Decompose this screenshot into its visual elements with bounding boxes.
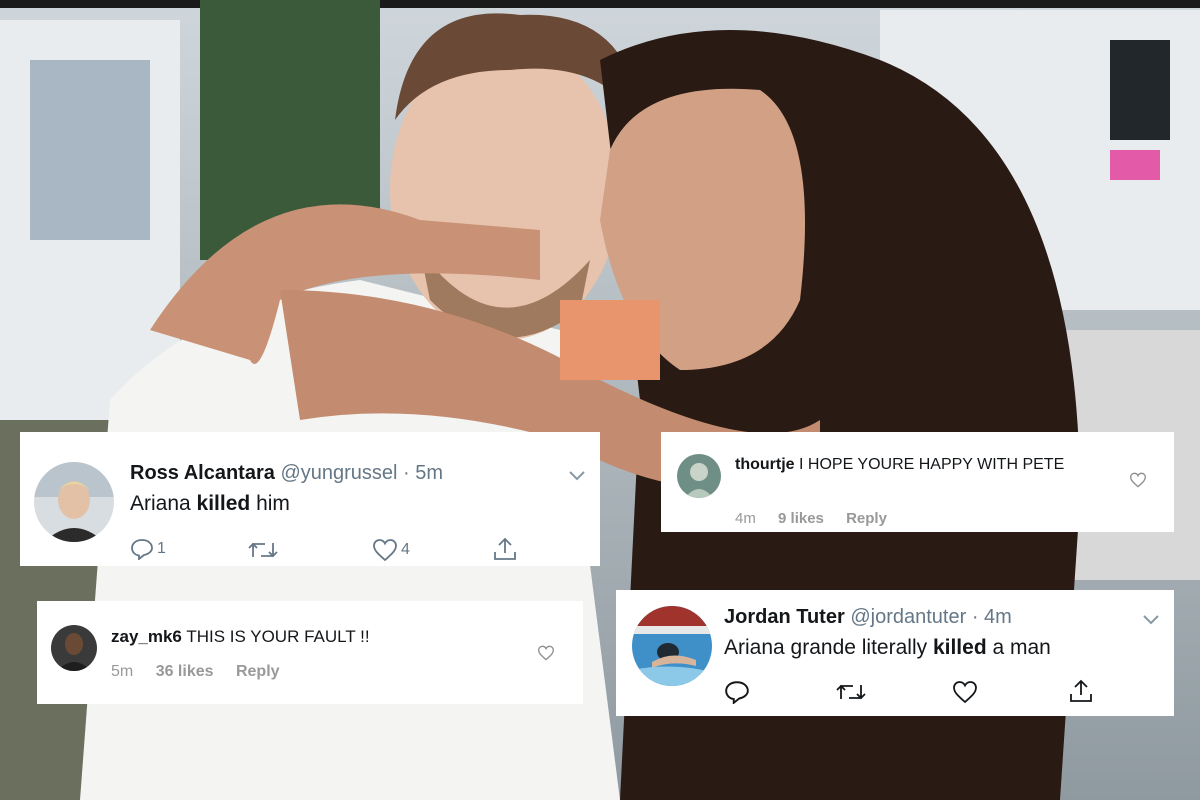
like-count: 4: [401, 541, 410, 558]
tweet-text-part: Ariana grande literally: [724, 636, 933, 659]
reply-icon[interactable]: [724, 680, 750, 704]
comment-body: I HOPE YOURE HAPPY WITH PETE: [799, 456, 1065, 473]
like-icon[interactable]: [372, 538, 398, 562]
tweet-text-part: him: [250, 492, 290, 515]
author-name[interactable]: Ross Alcantara: [130, 462, 275, 484]
avatar[interactable]: [34, 462, 114, 542]
comment-card-thourtje: thourtje I HOPE YOURE HAPPY WITH PETE 4m…: [661, 432, 1174, 532]
tweet-time[interactable]: 4m: [984, 606, 1012, 628]
tweet-text-bold: killed: [196, 492, 251, 515]
tweet-card-ross: Ross Alcantara @yungrussel · 5m Ariana k…: [20, 432, 600, 566]
comment-time: 4m: [735, 510, 756, 527]
author-handle[interactable]: @yungrussel: [280, 462, 397, 484]
reply-action[interactable]: 1: [130, 538, 166, 560]
chevron-down-icon[interactable]: [1142, 614, 1160, 626]
avatar[interactable]: [632, 606, 712, 686]
comment-body: THIS IS YOUR FAULT !!: [186, 627, 370, 646]
separator: ·: [971, 606, 979, 628]
retweet-icon[interactable]: [836, 682, 866, 702]
like-icon[interactable]: [952, 680, 978, 704]
tweet-text-part: Ariana: [130, 492, 197, 515]
heart-icon[interactable]: [1129, 472, 1147, 488]
avatar[interactable]: [51, 625, 97, 671]
tweet-text: Ariana grande literally killed a man: [724, 636, 1051, 660]
share-icon[interactable]: [492, 536, 518, 562]
comment-time: 5m: [111, 663, 134, 680]
tweet-text-part: a man: [986, 636, 1051, 659]
author-name[interactable]: Jordan Tuter: [724, 606, 845, 628]
avatar[interactable]: [677, 454, 721, 498]
tweet-text-bold: killed: [932, 636, 987, 659]
tweet-text: Ariana killed him: [130, 492, 290, 516]
comment-text: thourtje I HOPE YOURE HAPPY WITH PETE: [735, 454, 1105, 475]
comment-likes[interactable]: 36 likes: [156, 663, 214, 680]
chevron-down-icon[interactable]: [568, 470, 586, 482]
author-handle[interactable]: @jordantuter: [850, 606, 966, 628]
reply-count: 1: [157, 540, 166, 557]
comment-username[interactable]: zay_mk6: [111, 627, 182, 646]
share-icon[interactable]: [1068, 678, 1094, 704]
comment-likes[interactable]: 9 likes: [778, 510, 824, 527]
like-action[interactable]: 4: [372, 538, 410, 562]
separator: ·: [403, 462, 410, 484]
tweet-card-jordan: Jordan Tuter @jordantuter · 4m Ariana gr…: [616, 590, 1174, 716]
heart-icon[interactable]: [537, 645, 555, 661]
tweet-time[interactable]: 5m: [415, 462, 443, 484]
comment-text: zay_mk6 THIS IS YOUR FAULT !!: [111, 626, 531, 648]
comment-card-zay: zay_mk6 THIS IS YOUR FAULT !! 5m 36 like…: [37, 601, 583, 704]
reply-button[interactable]: Reply: [236, 663, 280, 680]
comment-username[interactable]: thourtje: [735, 456, 795, 473]
retweet-icon[interactable]: [248, 540, 278, 560]
reply-button[interactable]: Reply: [846, 510, 887, 527]
reply-icon[interactable]: [130, 538, 154, 560]
